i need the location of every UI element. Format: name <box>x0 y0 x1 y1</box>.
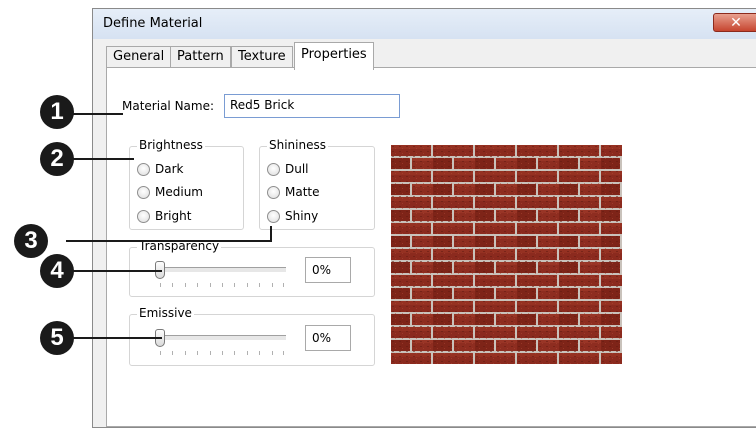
brick-texture-icon <box>391 145 622 364</box>
callout-3: 3 <box>14 224 48 258</box>
callout-5-leader <box>66 337 162 339</box>
emissive-title: Emissive <box>137 306 194 320</box>
emissive-ticks <box>160 351 284 356</box>
callout-1-leader <box>66 113 123 115</box>
radio-dark[interactable] <box>137 163 150 176</box>
radio-dull-label: Dull <box>285 162 309 176</box>
callout-5: 5 <box>40 321 74 355</box>
tab-pattern[interactable]: Pattern <box>170 46 231 68</box>
emissive-value-field[interactable]: 0% <box>305 325 351 351</box>
title-bar[interactable]: Define Material ✕ <box>93 9 756 39</box>
close-icon: ✕ <box>730 15 742 31</box>
window-title: Define Material <box>103 16 203 31</box>
callout-3-leader <box>66 240 272 242</box>
radio-bright[interactable] <box>137 210 150 223</box>
tab-general[interactable]: General <box>106 46 172 68</box>
callout-2: 2 <box>40 142 74 176</box>
tab-texture[interactable]: Texture <box>231 46 293 68</box>
radio-dark-label: Dark <box>155 162 184 176</box>
radio-bright-label: Bright <box>155 209 192 223</box>
transparency-ticks <box>160 283 284 288</box>
callout-2-leader <box>66 158 134 160</box>
material-preview <box>391 145 622 364</box>
tab-properties[interactable]: Properties <box>294 42 374 70</box>
callout-4-leader <box>66 270 162 272</box>
radio-matte-label: Matte <box>285 185 320 199</box>
callout-3-leader-vertical <box>270 226 272 242</box>
material-name-field[interactable]: Red5 Brick <box>224 94 400 118</box>
radio-matte[interactable] <box>267 186 280 199</box>
transparency-slider-track <box>156 267 286 273</box>
emissive-slider-track <box>156 335 286 341</box>
shininess-title: Shininess <box>267 138 328 152</box>
callout-4: 4 <box>40 254 74 288</box>
callout-1: 1 <box>40 95 74 129</box>
radio-medium[interactable] <box>137 186 150 199</box>
transparency-value-field[interactable]: 0% <box>305 257 351 283</box>
radio-medium-label: Medium <box>155 185 203 199</box>
radio-dull[interactable] <box>267 163 280 176</box>
brightness-title: Brightness <box>137 138 205 152</box>
material-name-label: Material Name: <box>122 99 215 113</box>
radio-shiny[interactable] <box>267 210 280 223</box>
radio-shiny-label: Shiny <box>285 209 319 223</box>
close-button[interactable]: ✕ <box>713 13 756 32</box>
